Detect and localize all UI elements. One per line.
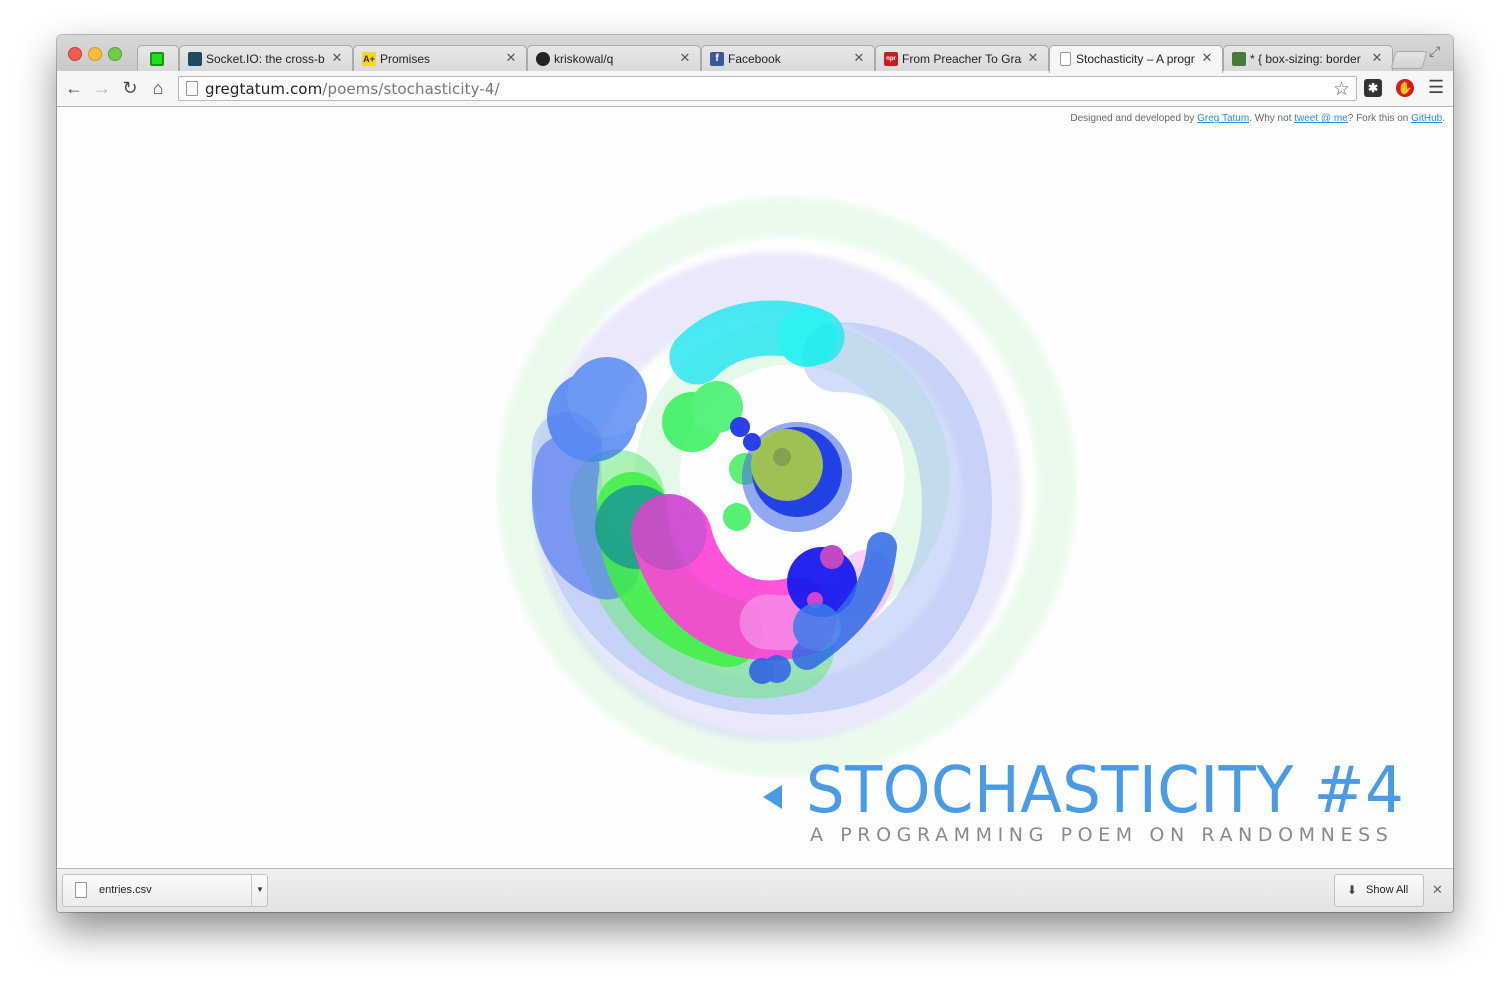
tab-facebook[interactable]: f Facebook ✕ bbox=[701, 45, 875, 72]
tab-title: Facebook bbox=[728, 52, 781, 66]
credits-line: Designed and developed by Greg Tatum. Wh… bbox=[1070, 113, 1445, 124]
page-subtitle: A PROGRAMMING POEM ON RANDOMNESS bbox=[810, 824, 1394, 846]
facebook-icon: f bbox=[710, 52, 724, 66]
author-link[interactable]: Greg Tatum bbox=[1197, 113, 1249, 124]
new-tab-button[interactable] bbox=[1390, 51, 1428, 69]
close-tab-icon[interactable]: ✕ bbox=[1370, 51, 1384, 65]
tab-promises[interactable]: A+ Promises ✕ bbox=[353, 45, 527, 72]
tweet-link[interactable]: tweet @ me bbox=[1294, 113, 1348, 124]
address-bar[interactable]: gregtatum.com/poems/stochasticity-4/ ☆ bbox=[178, 76, 1357, 101]
close-shelf-icon[interactable]: ✕ bbox=[1432, 882, 1443, 898]
generative-artwork bbox=[497, 197, 1077, 777]
page-icon bbox=[186, 81, 198, 96]
tab-title: Stochasticity – A progr bbox=[1076, 52, 1195, 66]
tab-title: Socket.IO: the cross-b bbox=[206, 52, 325, 66]
close-tab-icon[interactable]: ✕ bbox=[852, 51, 866, 65]
download-filename: entries.csv bbox=[99, 884, 152, 896]
tab-kriskowal-q[interactable]: kriskowal/q ✕ bbox=[527, 45, 701, 72]
url-host: gregtatum.com bbox=[205, 80, 323, 98]
forward-arrow-icon[interactable]: → bbox=[92, 78, 112, 98]
fullscreen-icon[interactable]: ⤢ bbox=[1429, 43, 1440, 60]
file-icon bbox=[75, 882, 87, 898]
page-content: Designed and developed by Greg Tatum. Wh… bbox=[57, 107, 1453, 868]
download-shelf: entries.csv ▼ ⬇ Show All ✕ bbox=[57, 868, 1453, 912]
credits-text: . bbox=[1442, 113, 1445, 124]
url-path: /poems/stochasticity-4/ bbox=[322, 80, 500, 98]
close-tab-icon[interactable]: ✕ bbox=[1200, 51, 1214, 65]
tab-title: * { box-sizing: border bbox=[1250, 52, 1361, 66]
page-icon bbox=[1060, 52, 1071, 66]
extension-icon[interactable]: ✱ bbox=[1364, 79, 1382, 97]
dropdown-arrow-icon[interactable]: ▼ bbox=[256, 885, 264, 894]
tab-title: Promises bbox=[380, 52, 431, 66]
divider bbox=[251, 875, 252, 906]
zoom-window-button[interactable] bbox=[108, 47, 122, 61]
green-square-icon bbox=[150, 52, 164, 66]
close-tab-icon[interactable]: ✕ bbox=[1026, 51, 1040, 65]
back-triangle-icon[interactable] bbox=[763, 785, 782, 809]
minimize-window-button[interactable] bbox=[88, 47, 102, 61]
tab-npr[interactable]: npr From Preacher To Gras ✕ bbox=[875, 45, 1049, 72]
credits-text: Designed and developed by bbox=[1070, 113, 1198, 124]
page-title: STOCHASTICITY #4 bbox=[806, 754, 1405, 828]
close-tab-icon[interactable]: ✕ bbox=[504, 51, 518, 65]
adblock-icon[interactable]: ✋ bbox=[1396, 79, 1414, 97]
close-window-button[interactable] bbox=[68, 47, 82, 61]
home-icon[interactable]: ⌂ bbox=[148, 78, 168, 98]
reload-icon[interactable]: ↻ bbox=[120, 78, 140, 98]
show-all-button[interactable]: ⬇ Show All bbox=[1334, 874, 1424, 907]
tab-title: From Preacher To Gras bbox=[902, 52, 1022, 66]
tab-strip: Socket.IO: the cross-b ✕ A+ Promises ✕ k… bbox=[57, 35, 1453, 73]
tab-stochasticity[interactable]: Stochasticity – A progr ✕ bbox=[1049, 45, 1223, 73]
socketio-icon bbox=[188, 52, 202, 66]
browser-window: Socket.IO: the cross-b ✕ A+ Promises ✕ k… bbox=[57, 35, 1453, 912]
credits-text: ? Fork this on bbox=[1347, 113, 1412, 124]
github-icon bbox=[536, 52, 550, 66]
aplus-icon: A+ bbox=[362, 52, 376, 66]
menu-icon[interactable]: ☰ bbox=[1428, 77, 1444, 98]
show-all-label: Show All bbox=[1366, 884, 1409, 896]
close-tab-icon[interactable]: ✕ bbox=[330, 51, 344, 65]
download-arrow-icon: ⬇ bbox=[1347, 883, 1358, 897]
tab-socketio[interactable]: Socket.IO: the cross-b ✕ bbox=[179, 45, 353, 72]
github-link[interactable]: GitHub bbox=[1411, 113, 1442, 124]
url-text[interactable]: gregtatum.com/poems/stochasticity-4/ bbox=[205, 80, 500, 98]
tab-pinned[interactable] bbox=[137, 45, 179, 72]
credits-text: . Why not bbox=[1249, 113, 1295, 124]
page-title-block: STOCHASTICITY #4 A PROGRAMMING POEM ON R… bbox=[757, 757, 1404, 857]
avatar-icon bbox=[1232, 52, 1246, 66]
bookmark-star-icon[interactable]: ☆ bbox=[1333, 78, 1350, 101]
toolbar: ← → ↻ ⌂ gregtatum.com/poems/stochasticit… bbox=[57, 71, 1453, 107]
back-arrow-icon[interactable]: ← bbox=[64, 78, 84, 98]
download-item[interactable]: entries.csv ▼ bbox=[62, 874, 268, 907]
close-tab-icon[interactable]: ✕ bbox=[678, 51, 692, 65]
tab-title: kriskowal/q bbox=[554, 52, 614, 66]
tab-box-sizing[interactable]: * { box-sizing: border ✕ bbox=[1223, 45, 1393, 72]
npr-icon: npr bbox=[884, 52, 898, 66]
